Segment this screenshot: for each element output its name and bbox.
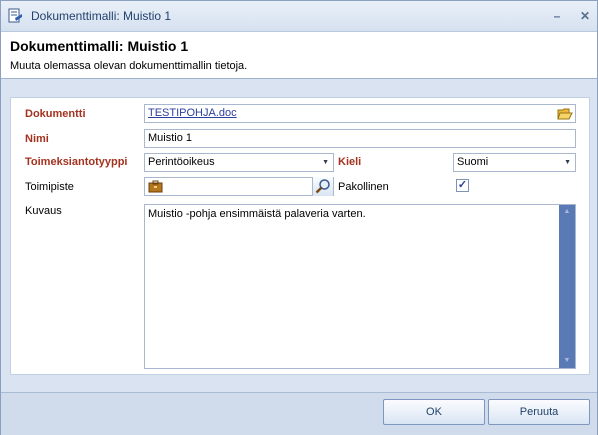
chevron-down-icon[interactable]: ▼ — [564, 154, 571, 171]
close-icon[interactable]: ✕ — [577, 8, 593, 24]
kuvaus-textarea[interactable]: Muistio -pohja ensimmäistä palaveria var… — [144, 204, 576, 369]
nimi-label: Nimi — [25, 133, 49, 145]
kieli-label: Kieli — [338, 156, 362, 168]
kieli-value: Suomi — [457, 156, 489, 168]
window-title: Dokumenttimalli: Muistio 1 — [31, 9, 172, 23]
toimipiste-label: Toimipiste — [25, 181, 74, 193]
page-title: Dokumenttimalli: Muistio 1 — [10, 38, 189, 54]
search-icon — [315, 179, 330, 194]
edit-document-icon — [8, 8, 22, 23]
toimipiste-field[interactable] — [144, 177, 334, 196]
kuvaus-text: Muistio -pohja ensimmäistä palaveria var… — [148, 208, 366, 220]
chevron-down-icon[interactable]: ▼ — [322, 154, 329, 171]
scroll-up-icon[interactable]: ▲ — [559, 206, 575, 218]
toimeksiantotyyppi-value: Perintöoikeus — [148, 156, 215, 168]
open-folder-icon[interactable] — [557, 106, 573, 121]
ok-button[interactable]: OK — [383, 399, 485, 425]
nimi-input[interactable]: Muistio 1 — [144, 129, 576, 148]
page-subtitle: Muuta olemassa olevan dokumenttimallin t… — [10, 60, 248, 72]
dokumentti-field[interactable]: TESTIPOHJA.doc — [144, 104, 576, 123]
kuvaus-label: Kuvaus — [25, 205, 62, 217]
dokumentti-label: Dokumentti — [25, 108, 86, 120]
dokumentti-link[interactable]: TESTIPOHJA.doc — [148, 107, 237, 119]
pakollinen-checkbox[interactable]: ✓ — [456, 179, 469, 192]
toimeksiantotyyppi-dropdown[interactable]: Perintöoikeus ▼ — [144, 153, 334, 172]
pakollinen-label: Pakollinen — [338, 181, 389, 193]
briefcase-icon — [148, 180, 163, 193]
kieli-dropdown[interactable]: Suomi ▼ — [453, 153, 576, 172]
toimeksiantotyyppi-label: Toimeksiantotyyppi — [25, 156, 128, 168]
scroll-down-icon[interactable]: ▼ — [559, 355, 575, 367]
dialog-window: Dokumenttimalli: Muistio 1 – ✕ Dokumentt… — [0, 0, 598, 435]
cancel-button[interactable]: Peruuta — [488, 399, 590, 425]
search-button[interactable] — [312, 177, 333, 196]
dialog-header: Dokumenttimalli: Muistio 1 Muuta olemass… — [1, 32, 597, 79]
vertical-scrollbar[interactable]: ▲ ▼ — [559, 205, 575, 368]
dialog-footer: OK Peruuta — [1, 392, 597, 435]
title-bar[interactable]: Dokumenttimalli: Muistio 1 – ✕ — [1, 1, 597, 32]
minimize-icon[interactable]: – — [549, 8, 565, 24]
